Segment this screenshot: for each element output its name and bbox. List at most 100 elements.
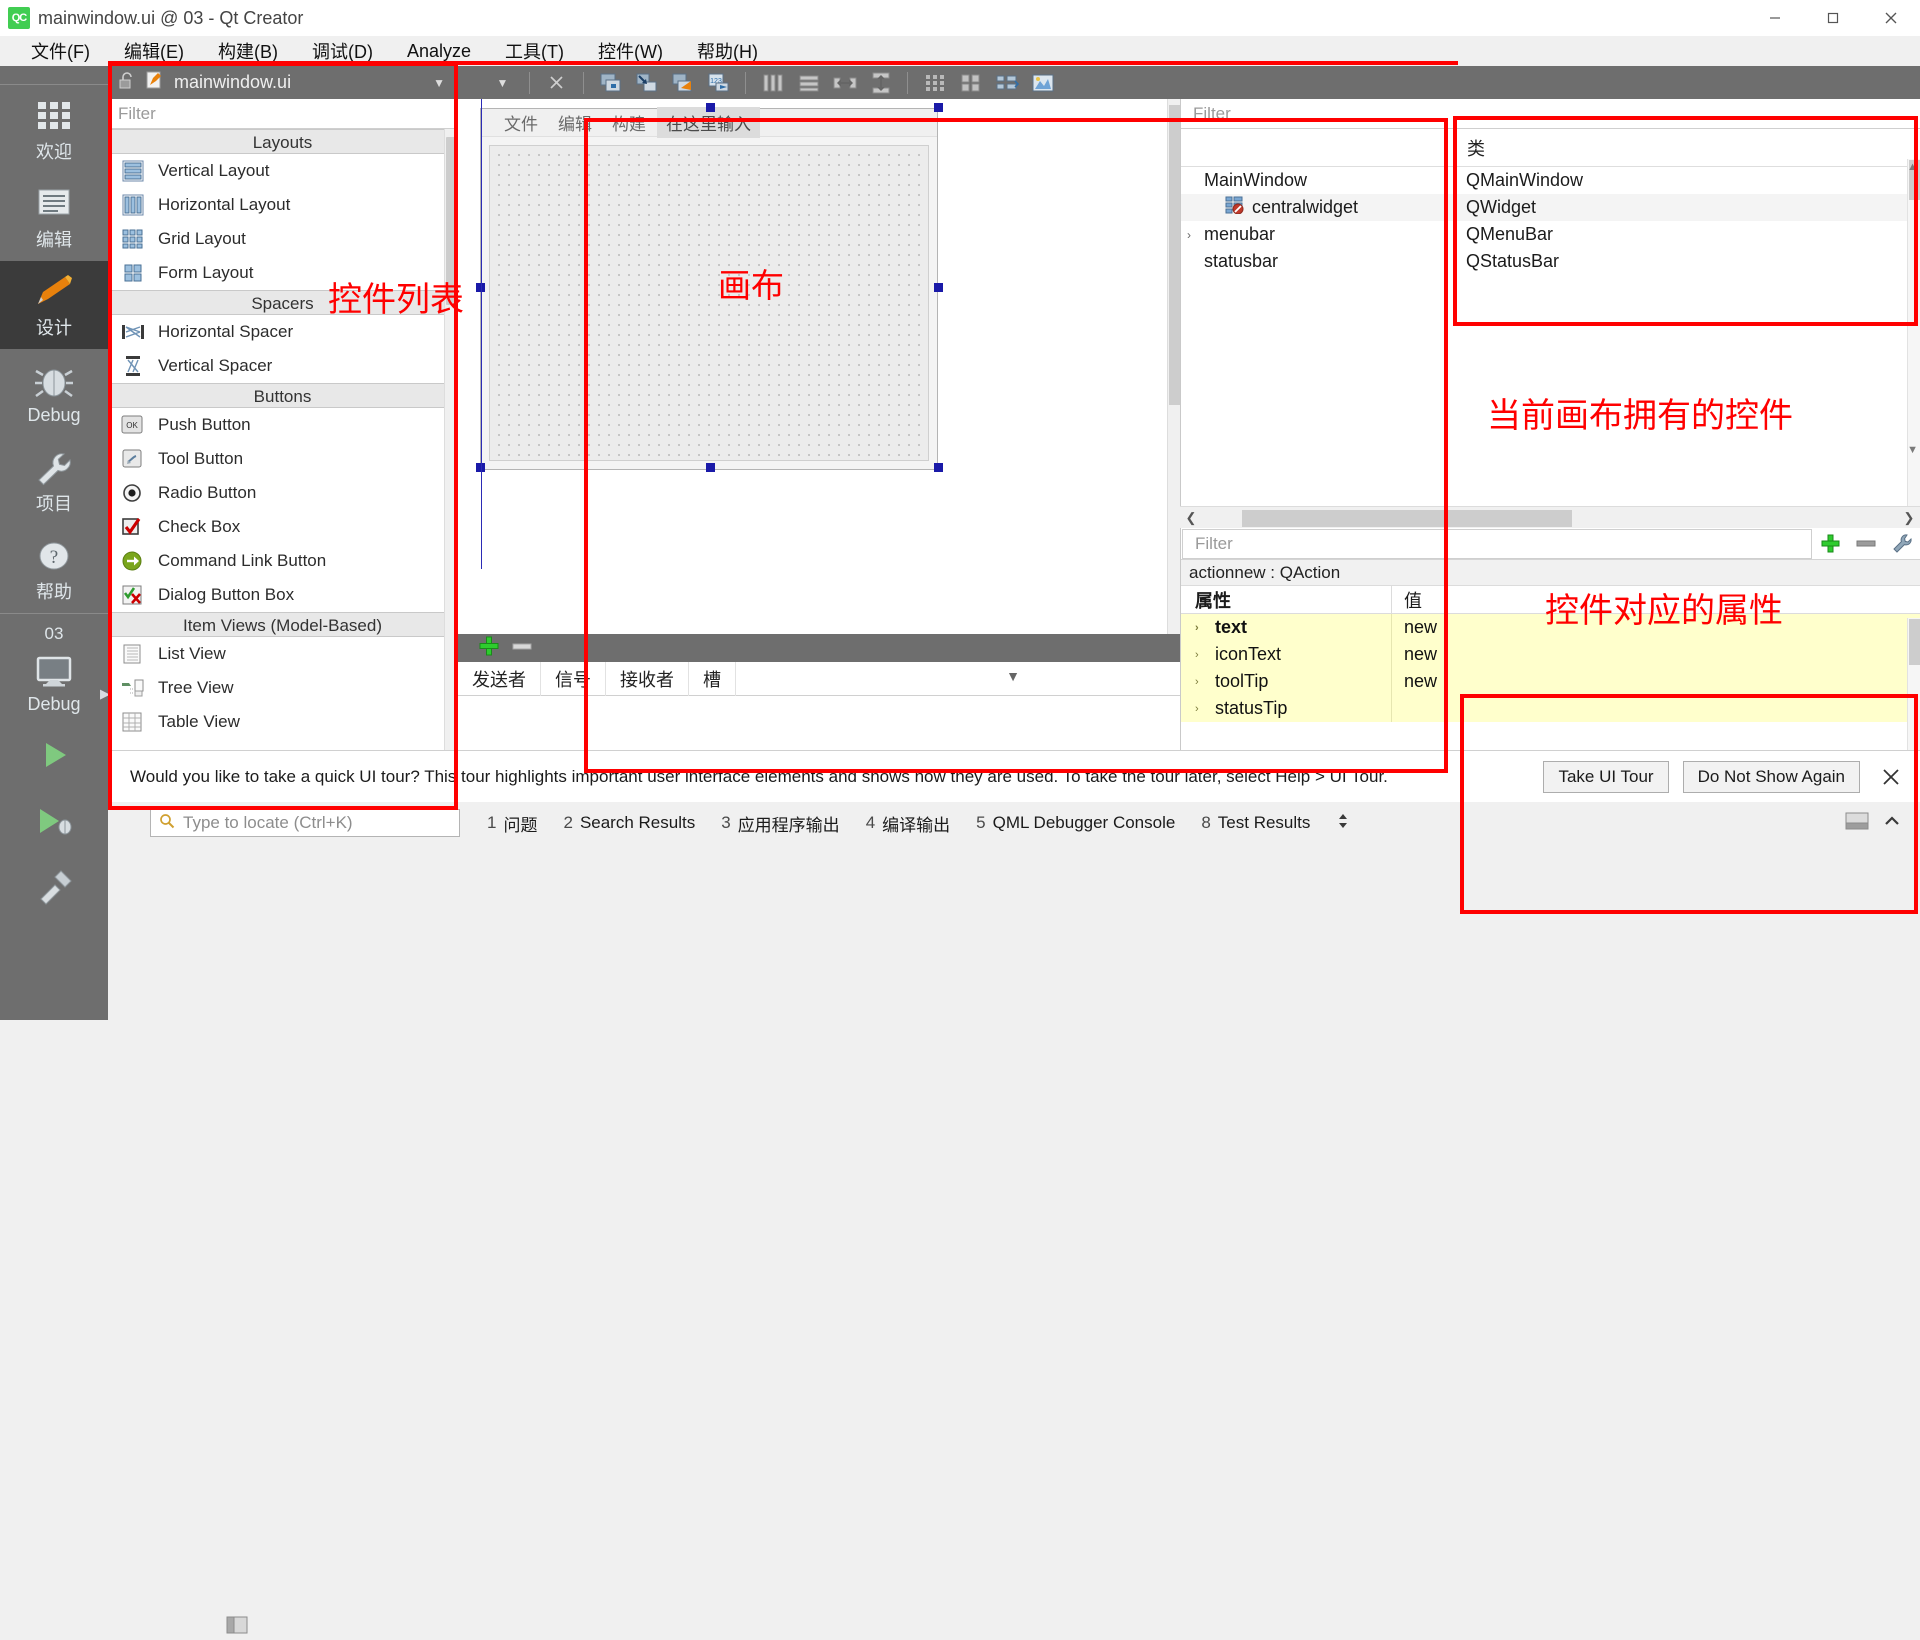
output-pane-compile-output[interactable]: 4 编译输出 bbox=[853, 802, 963, 844]
selection-handle-bottom[interactable] bbox=[706, 463, 715, 472]
form-menu-edit[interactable]: 编辑 bbox=[549, 107, 601, 138]
layout-in-form-button[interactable] bbox=[919, 69, 950, 96]
output-pane-qml-debugger-console[interactable]: 5 QML Debugger Console bbox=[963, 802, 1188, 844]
widget-category-buttons[interactable]: Buttons bbox=[108, 383, 457, 408]
column-class[interactable]: 类 bbox=[1456, 128, 1920, 167]
file-dropdown-button[interactable]: ▼ bbox=[487, 69, 518, 96]
column-slot[interactable]: 槽 bbox=[689, 661, 736, 696]
form-menu-file[interactable]: 文件 bbox=[495, 107, 547, 138]
scrollbar-thumb[interactable] bbox=[1169, 105, 1180, 405]
output-pane-application-output[interactable]: 3 应用程序输出 bbox=[708, 802, 852, 844]
layout-vertically-button[interactable] bbox=[793, 69, 824, 96]
form-centralwidget[interactable] bbox=[489, 145, 929, 461]
mode-help[interactable]: ? 帮助 bbox=[0, 525, 108, 613]
chevron-right-icon[interactable]: › bbox=[1195, 703, 1209, 715]
selection-handle-right[interactable] bbox=[934, 283, 943, 292]
close-button[interactable] bbox=[1862, 0, 1920, 36]
widget-item-table-view[interactable]: Table View bbox=[108, 705, 457, 739]
property-value-cell[interactable] bbox=[1391, 695, 1920, 722]
chevron-down-icon[interactable]: ▼ bbox=[433, 76, 445, 90]
menu-widgets[interactable]: 控件(W) bbox=[581, 35, 680, 67]
minimize-pane-button[interactable] bbox=[1844, 810, 1874, 837]
table-row[interactable]: › iconText new bbox=[1181, 641, 1920, 668]
widget-item-check-box[interactable]: Check Box bbox=[108, 510, 457, 544]
caret-down-icon[interactable]: ▼ bbox=[1907, 444, 1918, 456]
selection-handle-bottom-right[interactable] bbox=[934, 463, 943, 472]
property-value-cell[interactable]: new bbox=[1391, 668, 1920, 695]
add-property-button[interactable] bbox=[1812, 529, 1848, 559]
widget-item-tree-view[interactable]: Tree View bbox=[108, 671, 457, 705]
do-not-show-again-button[interactable]: Do Not Show Again bbox=[1682, 760, 1860, 793]
output-pane-selector[interactable] bbox=[1323, 802, 1363, 844]
break-layout-button[interactable] bbox=[991, 69, 1022, 96]
output-pane-test-results[interactable]: 8 Test Results bbox=[1188, 802, 1323, 844]
column-receiver[interactable]: 接收者 bbox=[606, 661, 689, 696]
widget-category-layouts[interactable]: Layouts bbox=[108, 129, 457, 154]
widget-box-filter-input[interactable]: Filter bbox=[108, 99, 457, 129]
table-row[interactable]: centralwidget QWidget bbox=[1181, 194, 1920, 221]
widget-item-vertical-layout[interactable]: Vertical Layout bbox=[108, 154, 457, 188]
property-filter-input[interactable]: Filter bbox=[1182, 528, 1812, 559]
edit-widgets-button[interactable] bbox=[595, 69, 626, 96]
menu-edit[interactable]: 编辑(E) bbox=[107, 35, 201, 67]
widget-item-dialog-button-box[interactable]: Dialog Button Box bbox=[108, 578, 457, 612]
minus-icon[interactable] bbox=[510, 635, 534, 662]
menu-build[interactable]: 构建(B) bbox=[201, 35, 295, 67]
chevron-right-icon[interactable]: › bbox=[1195, 649, 1209, 661]
take-ui-tour-button[interactable]: Take UI Tour bbox=[1543, 760, 1669, 793]
widget-item-push-button[interactable]: OK Push Button bbox=[108, 408, 457, 442]
column-sender[interactable]: 发送者 bbox=[458, 661, 541, 696]
caret-right-icon[interactable]: ❯ bbox=[1898, 510, 1920, 526]
maximize-button[interactable] bbox=[1804, 0, 1862, 36]
unlock-icon[interactable] bbox=[118, 71, 136, 95]
menu-tools[interactable]: 工具(T) bbox=[488, 35, 581, 67]
selection-handle-top-right[interactable] bbox=[934, 103, 943, 112]
table-row[interactable]: › statusTip bbox=[1181, 695, 1920, 722]
locator-input[interactable]: Type to locate (Ctrl+K) bbox=[150, 809, 460, 837]
kit-selector[interactable]: Debug bbox=[0, 644, 108, 720]
table-row[interactable]: › menubar QMenuBar bbox=[1181, 221, 1920, 248]
layout-splitter-horizontal-button[interactable] bbox=[829, 69, 860, 96]
layout-grid-button[interactable] bbox=[955, 69, 986, 96]
form-menubar[interactable]: 文件 编辑 构建 在这里输入 bbox=[481, 107, 937, 138]
widget-item-radio-button[interactable]: Radio Button bbox=[108, 476, 457, 510]
maximize-pane-button[interactable] bbox=[1880, 810, 1906, 837]
column-signal[interactable]: 信号 bbox=[541, 661, 606, 696]
widget-item-list-view[interactable]: List View bbox=[108, 637, 457, 671]
close-editor-button[interactable] bbox=[541, 69, 572, 96]
chevron-right-icon[interactable]: › bbox=[1195, 622, 1209, 634]
caret-left-icon[interactable]: ❮ bbox=[1180, 510, 1202, 526]
menu-debug[interactable]: 调试(D) bbox=[295, 35, 390, 67]
selection-handle-top[interactable] bbox=[706, 103, 715, 112]
mode-welcome[interactable]: 欢迎 bbox=[0, 85, 108, 173]
adjust-size-button[interactable] bbox=[1027, 69, 1058, 96]
chevron-right-icon[interactable]: › bbox=[1181, 228, 1197, 242]
minimize-button[interactable] bbox=[1746, 0, 1804, 36]
widget-item-grid-layout[interactable]: Grid Layout bbox=[108, 222, 457, 256]
widget-item-horizontal-layout[interactable]: Horizontal Layout bbox=[108, 188, 457, 222]
property-vertical-scrollbar[interactable] bbox=[1907, 618, 1920, 750]
inspector-vertical-scrollbar[interactable] bbox=[1907, 159, 1920, 520]
edit-tab-order-button[interactable]: 123 bbox=[703, 69, 734, 96]
canvas-vertical-scrollbar[interactable] bbox=[1167, 99, 1180, 634]
widget-box-scrollbar[interactable] bbox=[444, 129, 457, 750]
plus-green-icon[interactable] bbox=[478, 635, 500, 662]
form-editor-canvas[interactable]: 文件 编辑 构建 在这里输入 画布 bbox=[458, 99, 1180, 634]
mode-design[interactable]: 设计 bbox=[0, 261, 108, 349]
menu-help[interactable]: 帮助(H) bbox=[680, 35, 775, 67]
scrollbar-track[interactable] bbox=[1202, 508, 1898, 528]
layout-splitter-vertical-button[interactable] bbox=[865, 69, 896, 96]
close-icon[interactable] bbox=[1874, 767, 1908, 787]
table-row[interactable]: statusbar QStatusBar bbox=[1181, 248, 1920, 275]
output-pane-issues[interactable]: 1 问题 bbox=[474, 802, 550, 844]
inspector-horizontal-scrollbar[interactable]: ❮ ❯ bbox=[1180, 506, 1920, 528]
mode-projects[interactable]: 项目 bbox=[0, 437, 108, 525]
mode-edit[interactable]: 编辑 bbox=[0, 173, 108, 261]
menu-analyze[interactable]: Analyze bbox=[390, 38, 488, 65]
start-debugging-button[interactable] bbox=[0, 786, 108, 852]
property-value-cell[interactable]: new bbox=[1391, 641, 1920, 668]
menu-file[interactable]: 文件(F) bbox=[14, 35, 107, 67]
remove-property-button[interactable] bbox=[1848, 529, 1884, 559]
form-menu-build[interactable]: 构建 bbox=[603, 107, 655, 138]
caret-up-icon[interactable]: ▲ bbox=[1907, 161, 1918, 173]
